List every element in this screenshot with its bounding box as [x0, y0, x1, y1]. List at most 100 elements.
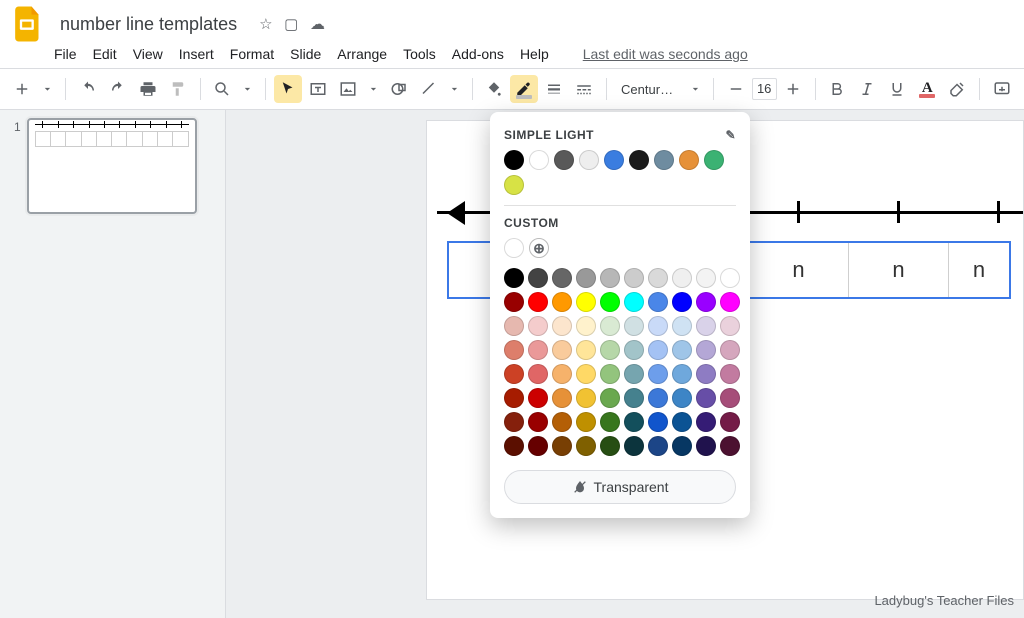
- menu-format[interactable]: Format: [230, 46, 274, 62]
- color-swatch[interactable]: [528, 412, 548, 432]
- color-swatch[interactable]: [648, 364, 668, 384]
- color-swatch[interactable]: [576, 364, 596, 384]
- font-size-input[interactable]: 16: [752, 78, 777, 100]
- color-swatch[interactable]: [720, 436, 740, 456]
- font-size-increase[interactable]: [779, 75, 807, 103]
- color-swatch[interactable]: [528, 388, 548, 408]
- menu-file[interactable]: File: [54, 46, 77, 62]
- line-tool[interactable]: [415, 75, 443, 103]
- color-swatch[interactable]: [624, 316, 644, 336]
- color-swatch[interactable]: [576, 268, 596, 288]
- theme-color-swatch[interactable]: [504, 175, 524, 195]
- italic-button[interactable]: [853, 75, 881, 103]
- color-swatch[interactable]: [648, 316, 668, 336]
- color-swatch[interactable]: [648, 268, 668, 288]
- theme-color-swatch[interactable]: [529, 150, 549, 170]
- color-swatch[interactable]: [696, 364, 716, 384]
- image-tool[interactable]: [334, 75, 362, 103]
- color-swatch[interactable]: [552, 340, 572, 360]
- border-color-button[interactable]: [510, 75, 538, 103]
- color-swatch[interactable]: [696, 340, 716, 360]
- color-swatch[interactable]: [672, 412, 692, 432]
- menu-addons[interactable]: Add-ons: [452, 46, 504, 62]
- menu-slide[interactable]: Slide: [290, 46, 321, 62]
- add-custom-color-button[interactable]: ⊕: [529, 238, 549, 258]
- text-color-button[interactable]: A: [913, 75, 941, 103]
- color-swatch[interactable]: [504, 316, 524, 336]
- color-swatch[interactable]: [528, 340, 548, 360]
- fill-color-button[interactable]: [480, 75, 508, 103]
- color-swatch[interactable]: [696, 436, 716, 456]
- menu-help[interactable]: Help: [520, 46, 549, 62]
- highlight-color-button[interactable]: [943, 75, 971, 103]
- menu-tools[interactable]: Tools: [403, 46, 436, 62]
- font-dropdown[interactable]: [686, 75, 705, 103]
- select-tool[interactable]: [274, 75, 302, 103]
- color-swatch[interactable]: [624, 364, 644, 384]
- color-swatch[interactable]: [720, 388, 740, 408]
- color-swatch[interactable]: [600, 340, 620, 360]
- color-swatch[interactable]: [576, 292, 596, 312]
- color-swatch[interactable]: [576, 316, 596, 336]
- underline-button[interactable]: [883, 75, 911, 103]
- comment-button[interactable]: [988, 75, 1016, 103]
- theme-color-swatch[interactable]: [629, 150, 649, 170]
- color-swatch[interactable]: [696, 388, 716, 408]
- color-swatch[interactable]: [648, 292, 668, 312]
- theme-color-swatch[interactable]: [579, 150, 599, 170]
- color-swatch[interactable]: [504, 268, 524, 288]
- custom-color-swatch[interactable]: [504, 238, 524, 258]
- menu-insert[interactable]: Insert: [179, 46, 214, 62]
- color-swatch[interactable]: [552, 364, 572, 384]
- color-swatch[interactable]: [504, 364, 524, 384]
- color-swatch[interactable]: [624, 292, 644, 312]
- border-dash-button[interactable]: [570, 75, 598, 103]
- color-swatch[interactable]: [528, 364, 548, 384]
- color-swatch[interactable]: [576, 388, 596, 408]
- color-swatch[interactable]: [576, 412, 596, 432]
- color-swatch[interactable]: [600, 388, 620, 408]
- color-swatch[interactable]: [672, 316, 692, 336]
- color-swatch[interactable]: [528, 268, 548, 288]
- color-swatch[interactable]: [648, 412, 668, 432]
- color-swatch[interactable]: [528, 316, 548, 336]
- color-swatch[interactable]: [624, 268, 644, 288]
- theme-color-swatch[interactable]: [654, 150, 674, 170]
- bold-button[interactable]: [823, 75, 851, 103]
- menu-view[interactable]: View: [133, 46, 163, 62]
- paint-format-button[interactable]: [164, 75, 192, 103]
- color-swatch[interactable]: [552, 316, 572, 336]
- color-swatch[interactable]: [720, 292, 740, 312]
- color-swatch[interactable]: [696, 292, 716, 312]
- color-swatch[interactable]: [504, 340, 524, 360]
- color-swatch[interactable]: [552, 412, 572, 432]
- theme-color-swatch[interactable]: [604, 150, 624, 170]
- zoom-dropdown[interactable]: [238, 75, 257, 103]
- new-slide-dropdown[interactable]: [38, 75, 57, 103]
- color-swatch[interactable]: [648, 436, 668, 456]
- theme-color-swatch[interactable]: [679, 150, 699, 170]
- color-swatch[interactable]: [720, 316, 740, 336]
- color-swatch[interactable]: [504, 292, 524, 312]
- color-swatch[interactable]: [504, 436, 524, 456]
- textbox-tool[interactable]: [304, 75, 332, 103]
- shape-tool[interactable]: [385, 75, 413, 103]
- edit-theme-icon[interactable]: ✎: [725, 128, 736, 142]
- undo-button[interactable]: [74, 75, 102, 103]
- color-swatch[interactable]: [504, 388, 524, 408]
- color-swatch[interactable]: [600, 412, 620, 432]
- color-swatch[interactable]: [624, 412, 644, 432]
- color-swatch[interactable]: [624, 436, 644, 456]
- line-dropdown[interactable]: [445, 75, 464, 103]
- color-swatch[interactable]: [672, 436, 692, 456]
- zoom-button[interactable]: [208, 75, 236, 103]
- redo-button[interactable]: [104, 75, 132, 103]
- border-weight-button[interactable]: [540, 75, 568, 103]
- table-cell[interactable]: n: [949, 243, 1009, 297]
- new-slide-button[interactable]: [8, 75, 36, 103]
- color-swatch[interactable]: [720, 364, 740, 384]
- last-edit-link[interactable]: Last edit was seconds ago: [583, 46, 748, 62]
- transparent-button[interactable]: Transparent: [504, 470, 736, 504]
- color-swatch[interactable]: [720, 340, 740, 360]
- image-dropdown[interactable]: [364, 75, 383, 103]
